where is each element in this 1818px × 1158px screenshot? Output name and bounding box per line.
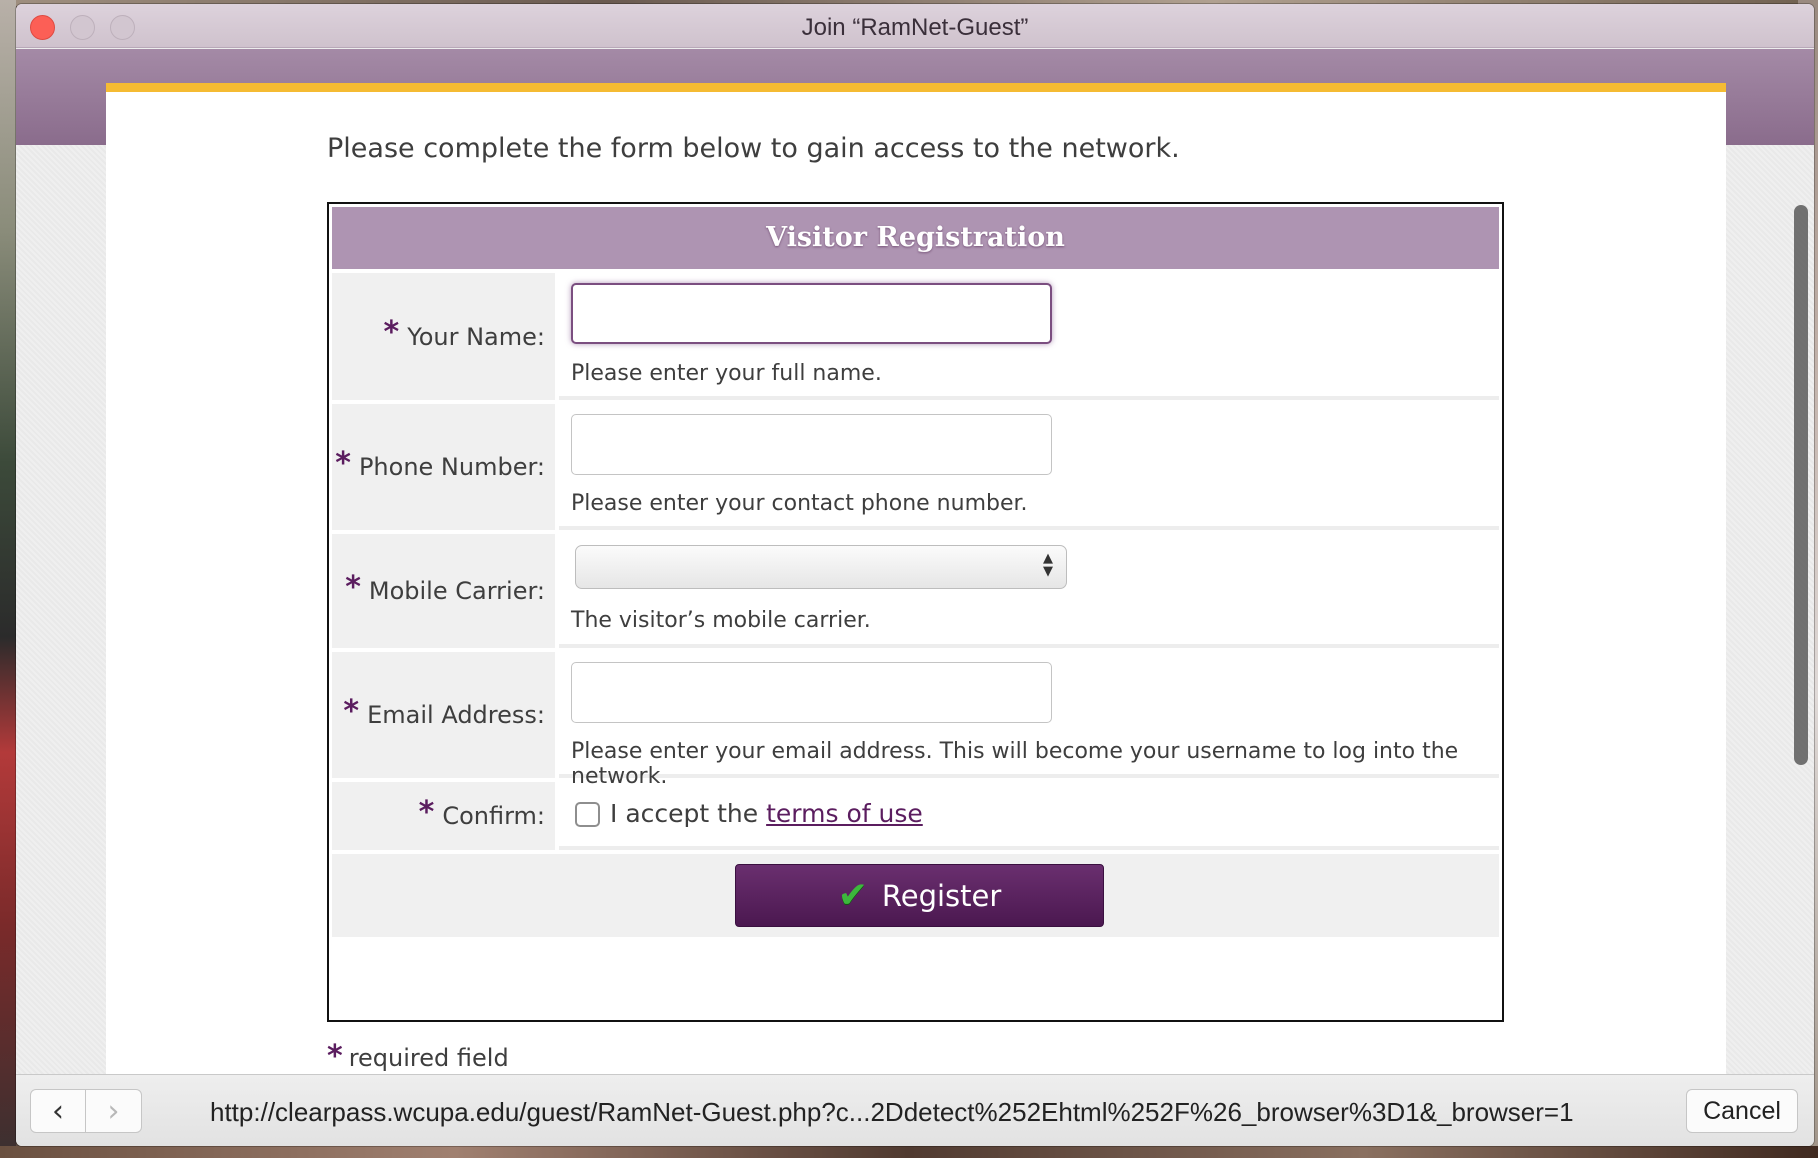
intro-text: Please complete the form below to gain a… [327,133,1180,164]
field-label-name: * Your Name: [332,273,555,400]
accept-terms-label: I accept the terms of use [610,799,923,828]
field-label-phone: * Phone Number: [332,404,555,530]
required-field-note: * required field [327,1039,509,1074]
mobile-carrier-select[interactable]: ▲ ▼ [575,545,1067,589]
desktop-background-bottom [0,1146,1818,1158]
vertical-scrollbar[interactable] [1794,205,1808,765]
field-label-carrier: * Mobile Carrier: [332,534,555,648]
forward-button[interactable]: › [86,1090,141,1132]
label-text: Mobile Carrier: [368,577,545,605]
field-cell-email: Please enter your email address. This wi… [559,652,1499,789]
page-url: http://clearpass.wcupa.edu/guest/RamNet-… [210,1097,1574,1127]
email-input[interactable] [571,662,1052,723]
field-cell-confirm: I accept the terms of use [559,782,1499,850]
required-note-text: required field [348,1044,509,1072]
form-row-name: * Your Name: Please enter your full name… [332,273,1499,400]
phone-input[interactable] [571,414,1052,475]
form-submit-row: ✔ Register [332,854,1499,937]
window-title: Join “RamNet-Guest” [801,14,1029,41]
bottom-toolbar: ‹ › http://clearpass.wcupa.edu/guest/Ram… [16,1074,1814,1146]
field-cell-name: Please enter your full name. [559,273,1499,400]
chevron-left-icon: ‹ [52,1093,64,1129]
required-star-icon: * [345,569,361,605]
web-content: Please complete the form below to gain a… [16,49,1814,1074]
form-row-phone: * Phone Number: Please enter your contac… [332,404,1499,530]
label-text: Your Name: [407,322,545,351]
navigation-buttons: ‹ › [30,1089,142,1133]
required-star-icon: * [343,693,360,729]
terms-of-use-link[interactable]: terms of use [766,799,923,828]
form-row-confirm: * Confirm: I accept the terms of use [332,782,1499,850]
label-text: Email Address: [367,701,545,729]
back-button[interactable]: ‹ [31,1090,86,1132]
cancel-button[interactable]: Cancel [1686,1089,1798,1133]
form-row-carrier: * Mobile Carrier: ▲ ▼ The visitor’s mobil… [332,534,1499,648]
accept-terms-checkbox[interactable] [575,802,600,827]
register-button[interactable]: ✔ Register [735,864,1104,927]
title-bar: Join “RamNet-Guest” [16,4,1814,48]
field-label-email: * Email Address: [332,652,555,778]
carrier-hint: The visitor’s mobile carrier. [571,608,871,633]
name-input[interactable] [571,283,1052,344]
field-cell-carrier: ▲ ▼ The visitor’s mobile carrier. [559,534,1499,648]
label-text: Phone Number: [358,453,545,481]
required-star-icon: * [418,794,435,830]
chevron-right-icon: › [107,1093,120,1129]
field-label-confirm: * Confirm: [332,782,555,850]
form-row-email: * Email Address: Please enter your email… [332,652,1499,789]
checkmark-icon: ✔ [837,875,868,916]
field-cell-phone: Please enter your contact phone number. [559,404,1499,530]
form-header: Visitor Registration [332,207,1499,269]
accept-text: I accept the [610,799,759,828]
captive-portal-window: Join “RamNet-Guest” Please complete the … [16,4,1814,1146]
required-star-icon: * [327,1039,343,1074]
desktop-background-left [0,0,16,1158]
register-label: Register [881,878,1002,913]
label-text: Confirm: [442,802,545,830]
phone-hint: Please enter your contact phone number. [571,491,1028,516]
visitor-registration-form: Visitor Registration * Your Name: Please… [327,202,1504,1022]
required-star-icon: * [383,315,400,350]
updown-arrows-icon: ▲ ▼ [1043,551,1053,579]
required-star-icon: * [335,445,351,481]
name-hint: Please enter your full name. [571,361,882,386]
